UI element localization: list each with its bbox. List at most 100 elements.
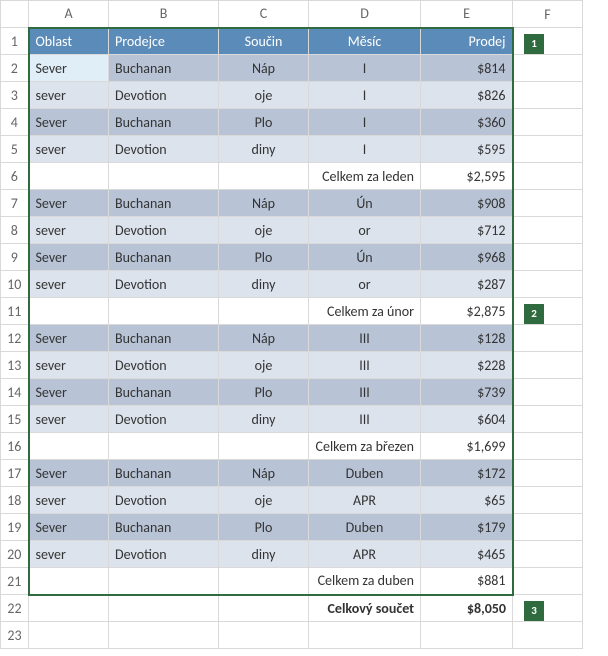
cell[interactable]: $287 (421, 271, 513, 298)
cell[interactable]: I (309, 136, 421, 163)
cell[interactable]: sever (29, 82, 109, 109)
select-all-corner[interactable] (1, 1, 29, 28)
cell[interactable]: $739 (421, 379, 513, 406)
grand-total-value[interactable]: $8,050 (421, 595, 513, 622)
cell[interactable]: oje (219, 487, 309, 514)
cell[interactable]: III (309, 325, 421, 352)
cell[interactable]: diny (219, 541, 309, 568)
col-header[interactable]: F (513, 1, 583, 28)
cell[interactable]: sever (29, 271, 109, 298)
cell[interactable]: or (309, 271, 421, 298)
cell[interactable]: Devotion (109, 217, 219, 244)
row-header[interactable]: 3 (1, 82, 29, 109)
row-header[interactable]: 7 (1, 190, 29, 217)
row-header[interactable]: 21 (1, 568, 29, 595)
col-header[interactable]: B (109, 1, 219, 28)
row-header[interactable]: 22 (1, 595, 29, 622)
cell[interactable]: $968 (421, 244, 513, 271)
cell[interactable]: Sever (29, 190, 109, 217)
subtotal-label[interactable]: Celkem za duben (309, 568, 421, 595)
cell[interactable] (513, 379, 583, 406)
cell[interactable]: Náp (219, 460, 309, 487)
cell[interactable] (513, 271, 583, 298)
cell[interactable] (29, 433, 109, 460)
col-header[interactable]: C (219, 1, 309, 28)
grand-total-label[interactable]: Celkový součet (309, 595, 421, 622)
row-header[interactable]: 2 (1, 55, 29, 82)
cell[interactable]: Buchanan (109, 55, 219, 82)
cell[interactable]: Sever (29, 514, 109, 541)
cell[interactable]: $228 (421, 352, 513, 379)
cell[interactable]: $814 (421, 55, 513, 82)
cell[interactable] (29, 298, 109, 325)
cell[interactable]: sever (29, 136, 109, 163)
cell[interactable]: Devotion (109, 487, 219, 514)
cell[interactable] (219, 163, 309, 190)
cell[interactable] (513, 217, 583, 244)
cell[interactable]: I (309, 82, 421, 109)
row-header[interactable]: 19 (1, 514, 29, 541)
cell[interactable]: Ún (309, 190, 421, 217)
cell[interactable] (513, 352, 583, 379)
cell[interactable] (513, 406, 583, 433)
spreadsheet-table[interactable]: A B C D E F 1OblastProdejceSoučinMěsícPr… (0, 0, 583, 649)
row-header[interactable]: 15 (1, 406, 29, 433)
cell[interactable]: Plo (219, 379, 309, 406)
cell[interactable]: Náp (219, 190, 309, 217)
cell[interactable] (421, 622, 513, 649)
cell[interactable]: $908 (421, 190, 513, 217)
cell[interactable]: oje (219, 82, 309, 109)
cell[interactable]: $595 (421, 136, 513, 163)
subtotal-label[interactable]: Celkem za leden (309, 163, 421, 190)
header-cell[interactable]: Prodej (421, 28, 513, 55)
cell[interactable] (29, 568, 109, 595)
cell[interactable] (513, 487, 583, 514)
cell[interactable]: $604 (421, 406, 513, 433)
cell[interactable] (29, 163, 109, 190)
row-header[interactable]: 4 (1, 109, 29, 136)
cell[interactable]: Plo (219, 244, 309, 271)
cell[interactable]: Sever (29, 325, 109, 352)
cell[interactable]: Sever (29, 460, 109, 487)
cell[interactable]: Plo (219, 109, 309, 136)
cell[interactable] (219, 595, 309, 622)
cell[interactable]: diny (219, 406, 309, 433)
cell[interactable]: $128 (421, 325, 513, 352)
cell[interactable]: sever (29, 487, 109, 514)
cell[interactable]: Buchanan (109, 190, 219, 217)
cell[interactable]: Buchanan (109, 325, 219, 352)
cell[interactable] (109, 298, 219, 325)
cell[interactable]: Duben (309, 514, 421, 541)
row-header[interactable]: 10 (1, 271, 29, 298)
cell[interactable]: III (309, 379, 421, 406)
cell[interactable] (109, 595, 219, 622)
cell[interactable] (513, 514, 583, 541)
cell[interactable]: or (309, 217, 421, 244)
row-header[interactable]: 23 (1, 622, 29, 649)
cell[interactable]: I (309, 55, 421, 82)
cell[interactable]: Sever (29, 379, 109, 406)
cell[interactable] (513, 28, 583, 55)
cell[interactable]: oje (219, 352, 309, 379)
row-header[interactable]: 17 (1, 460, 29, 487)
cell[interactable]: $179 (421, 514, 513, 541)
cell[interactable] (513, 325, 583, 352)
cell[interactable]: Sever (29, 109, 109, 136)
cell[interactable]: Devotion (109, 541, 219, 568)
subtotal-label[interactable]: Celkem za březen (309, 433, 421, 460)
cell[interactable]: Plo (219, 514, 309, 541)
cell[interactable]: Duben (309, 460, 421, 487)
cell[interactable] (513, 595, 583, 622)
cell[interactable]: Devotion (109, 136, 219, 163)
cell[interactable] (513, 190, 583, 217)
cell[interactable]: Náp (219, 55, 309, 82)
cell[interactable] (513, 244, 583, 271)
cell[interactable] (513, 433, 583, 460)
cell[interactable]: III (309, 406, 421, 433)
cell[interactable] (513, 163, 583, 190)
cell[interactable] (309, 622, 421, 649)
cell[interactable] (513, 460, 583, 487)
col-header[interactable]: D (309, 1, 421, 28)
cell[interactable]: diny (219, 136, 309, 163)
subtotal-value[interactable]: $1,699 (421, 433, 513, 460)
